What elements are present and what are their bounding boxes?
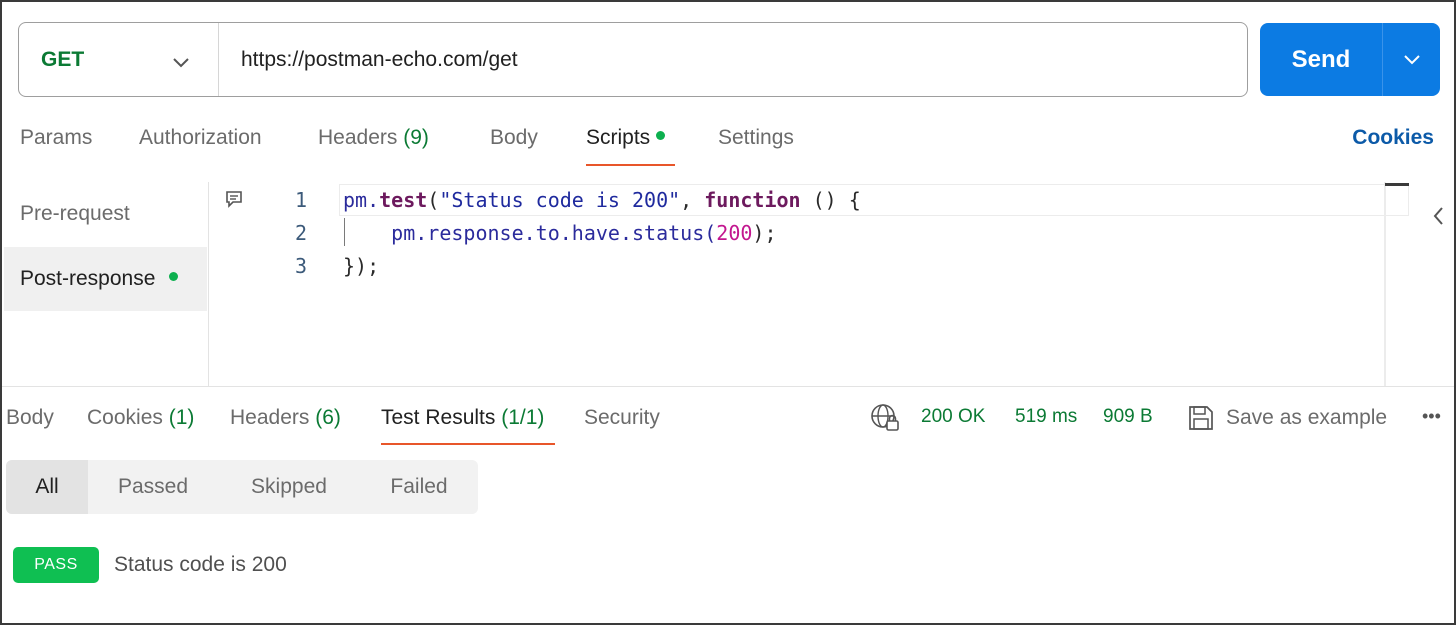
editor-scrollbar[interactable]	[1384, 182, 1386, 386]
editor-scrollbar-thumb[interactable]	[1385, 183, 1409, 186]
method-label: GET	[41, 47, 85, 71]
active-tab-underline	[381, 443, 555, 445]
line-number: 2	[294, 221, 307, 245]
tab-settings-label: Settings	[718, 126, 794, 149]
filter-skipped[interactable]: Skipped	[218, 460, 360, 514]
url-input[interactable]: https://postman-echo.com/get	[219, 48, 518, 72]
send-options-button[interactable]	[1382, 23, 1440, 96]
method-select[interactable]: GET	[19, 23, 219, 96]
save-as-example-button[interactable]: Save as example	[1226, 406, 1387, 430]
code-line-1: pm.test("Status code is 200", function (…	[343, 188, 861, 212]
chevron-left-icon[interactable]	[1432, 206, 1444, 231]
globe-lock-icon[interactable]	[870, 403, 900, 438]
tab-body-label: Body	[490, 126, 538, 149]
scripts-indicator-dot	[656, 130, 666, 140]
send-label: Send	[1291, 45, 1351, 73]
tab-count: (1/1)	[501, 406, 545, 429]
sidebar-item-post-response[interactable]: Post-response	[4, 247, 207, 311]
sidebar-item-pre-request[interactable]: Pre-request	[4, 182, 207, 246]
tab-response-cookies[interactable]: Cookies (1)	[87, 406, 194, 430]
post-response-indicator-dot	[169, 271, 179, 281]
tab-label: Test Results	[381, 406, 496, 429]
code-token: function	[704, 188, 801, 212]
tab-count: (1)	[168, 406, 195, 429]
code-line-3: });	[343, 254, 380, 278]
active-tab-underline	[586, 164, 675, 166]
tab-headers-count: (9)	[403, 126, 429, 149]
chevron-down-icon	[172, 51, 190, 75]
chevron-down-icon	[1403, 54, 1420, 64]
tab-authorization-label: Authorization	[139, 126, 262, 149]
code-token: pm.response.to.have.status(	[343, 221, 717, 245]
postman-request-panel: GET https://postman-echo.com/get Send Pa…	[0, 0, 1456, 625]
send-button[interactable]: Send	[1260, 23, 1440, 96]
tab-scripts-label: Scripts	[586, 126, 651, 149]
test-result-name: Status code is 200	[114, 553, 287, 576]
code-token: () {	[800, 188, 861, 212]
code-token: pm.	[343, 188, 380, 212]
filter-failed[interactable]: Failed	[360, 460, 478, 514]
tab-count: (6)	[315, 406, 341, 429]
code-token: "Status code is 200"	[439, 188, 681, 212]
code-token: );	[752, 221, 777, 245]
test-results-filter: All Passed Skipped Failed	[6, 460, 478, 514]
line-number: 1	[294, 188, 307, 212]
more-icon[interactable]: •••	[1422, 406, 1441, 427]
sidebar-item-label: Pre-request	[20, 202, 130, 225]
response-time[interactable]: 519 ms	[1015, 406, 1077, 428]
tab-params[interactable]: Params	[20, 126, 92, 150]
tab-response-security[interactable]: Security	[584, 406, 660, 430]
tab-scripts[interactable]: Scripts	[586, 126, 666, 150]
sidebar-item-label: Post-response	[20, 267, 156, 290]
cookies-link[interactable]: Cookies	[1352, 126, 1434, 150]
save-icon[interactable]	[1188, 405, 1214, 436]
code-token: (	[427, 188, 440, 212]
tab-headers[interactable]: Headers (9)	[318, 126, 429, 150]
code-line-2: pm.response.to.have.status(200);	[343, 221, 777, 245]
code-token: ,	[680, 188, 705, 212]
request-tabs: Params Authorization Headers (9) Body Sc…	[2, 112, 1454, 168]
tab-headers-label: Headers	[318, 126, 398, 149]
code-editor[interactable]: 1 2 3 pm.test("Status code is 200", func…	[208, 182, 1410, 386]
tab-response-headers[interactable]: Headers (6)	[230, 406, 341, 430]
tab-settings[interactable]: Settings	[718, 126, 794, 150]
tab-body[interactable]: Body	[490, 126, 538, 150]
response-size[interactable]: 909 B	[1103, 406, 1153, 428]
response-status[interactable]: 200 OK	[921, 406, 985, 428]
tab-label: Security	[584, 406, 660, 429]
tab-authorization[interactable]: Authorization	[139, 126, 262, 150]
filter-passed[interactable]: Passed	[88, 460, 218, 514]
tab-params-label: Params	[20, 126, 93, 149]
tab-response-body[interactable]: Body	[6, 406, 54, 430]
filter-all[interactable]: All	[6, 460, 88, 514]
line-number: 3	[294, 254, 307, 278]
tab-label: Body	[6, 406, 54, 429]
tab-label: Headers	[230, 406, 310, 429]
tab-test-results[interactable]: Test Results (1/1)	[381, 406, 544, 430]
code-token: 200	[716, 221, 753, 245]
url-bar: GET https://postman-echo.com/get	[18, 22, 1248, 97]
panel-divider[interactable]	[2, 386, 1454, 387]
pass-badge: PASS	[13, 547, 99, 583]
code-token: test	[379, 188, 428, 212]
tab-label: Cookies	[87, 406, 163, 429]
